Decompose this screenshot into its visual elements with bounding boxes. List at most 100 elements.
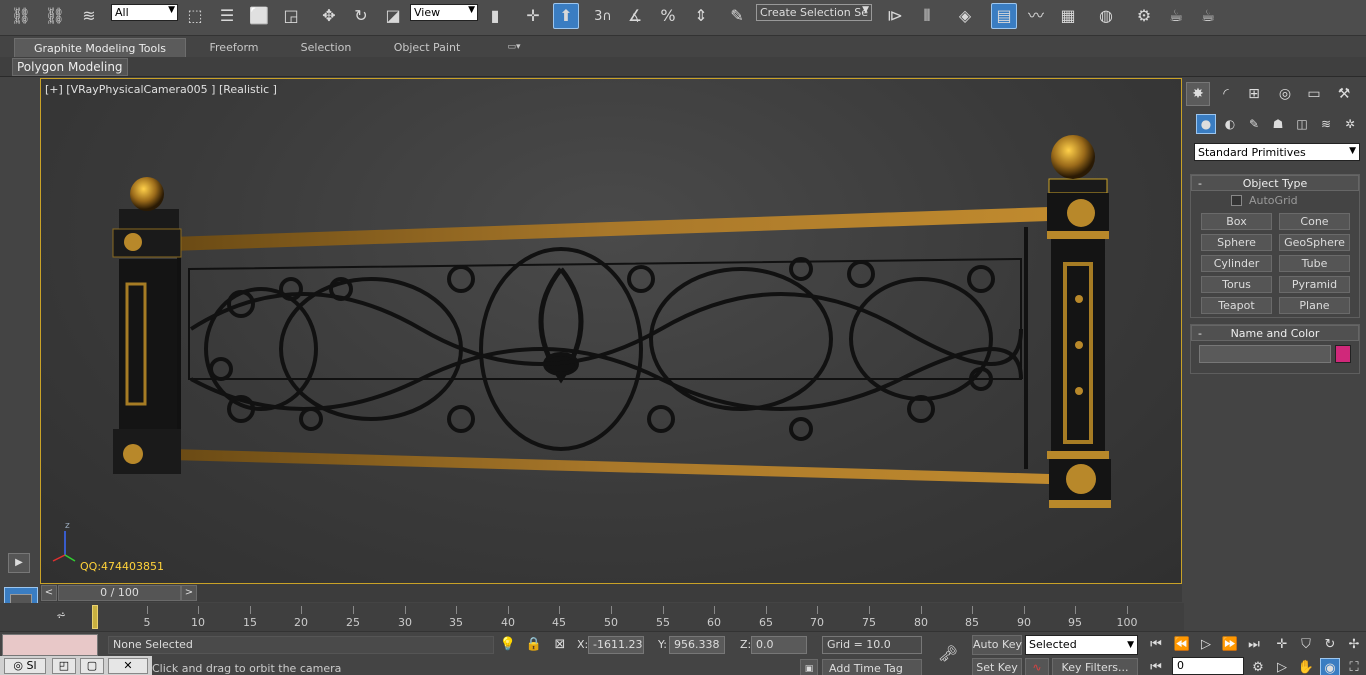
camera-viewport[interactable]: [+] [VRayPhysicalCamera005 ] [Realistic … <box>40 78 1182 584</box>
cameras-icon[interactable]: ☗ <box>1268 114 1288 134</box>
tab-freeform[interactable]: Freeform <box>196 38 272 57</box>
prev-frame-button[interactable]: < <box>41 585 57 601</box>
expand-panel-icon[interactable]: ▶ <box>8 553 30 573</box>
goto-end-icon[interactable]: ⏭ <box>1244 635 1264 655</box>
curve-editor-icon[interactable]: 〰 <box>1023 3 1049 29</box>
snaps-toggle-icon[interactable]: 3∩ <box>590 3 616 29</box>
object-name-input[interactable] <box>1199 345 1331 363</box>
polygon-modeling-button[interactable]: Polygon Modeling <box>12 58 128 76</box>
time-tag-icon[interactable]: ▣ <box>800 659 818 675</box>
isolate-selection-icon[interactable]: 💡 <box>498 635 518 655</box>
shapes-icon[interactable]: ◐ <box>1220 114 1240 134</box>
ribbon-options-icon[interactable]: ▭▾ <box>498 38 530 57</box>
current-frame-spinner[interactable]: 0 <box>1172 657 1244 675</box>
create-tab-icon[interactable]: ✸ <box>1186 82 1210 106</box>
taskbar-close-icon[interactable]: ✕ <box>108 658 148 674</box>
set-key-button[interactable]: Set Key <box>972 658 1022 675</box>
teapot-button[interactable]: Teapot <box>1201 297 1272 314</box>
taskbar-app-item[interactable]: ◎ Sl <box>4 658 46 674</box>
schematic-view-icon[interactable]: ▦ <box>1055 3 1081 29</box>
name-color-header[interactable]: - Name and Color <box>1191 325 1359 341</box>
tab-selection[interactable]: Selection <box>290 38 362 57</box>
prev-key-icon[interactable]: ⏪ <box>1172 635 1192 655</box>
maxscript-listener[interactable] <box>2 634 98 656</box>
tab-object-paint[interactable]: Object Paint <box>380 38 474 57</box>
taskbar-restore-icon[interactable]: ◰ <box>52 658 76 674</box>
sphere-button[interactable]: Sphere <box>1201 234 1272 251</box>
key-mode-dropdown[interactable]: Selected ▼ <box>1025 635 1138 655</box>
trackbar-filter-icon[interactable]: ⩫ <box>50 608 72 626</box>
track-bar[interactable]: ⩫ 5 10 15 20 25 30 35 40 45 50 55 60 65 70 75 80 85 90 95 1… <box>0 603 1184 631</box>
key-mode-toggle-icon[interactable]: ⏮ <box>1146 658 1166 675</box>
move-icon[interactable]: ✥ <box>316 3 342 29</box>
next-key-icon[interactable]: ⏩ <box>1220 635 1240 655</box>
next-frame-button[interactable]: > <box>181 585 197 601</box>
utilities-tab-icon[interactable]: ⚒ <box>1332 82 1356 106</box>
pyramid-button[interactable]: Pyramid <box>1279 276 1350 293</box>
orbit-camera-icon[interactable]: ◉ <box>1320 658 1340 675</box>
min-max-toggle-icon[interactable]: ⛶ <box>1344 658 1364 675</box>
x-coordinate-field[interactable]: -1611.231 <box>588 636 644 654</box>
play-icon[interactable]: ▷ <box>1196 635 1216 655</box>
torus-button[interactable]: Torus <box>1201 276 1272 293</box>
y-coordinate-field[interactable]: 956.338 <box>669 636 725 654</box>
rect-region-icon[interactable]: ⬜ <box>246 3 272 29</box>
lights-icon[interactable]: ✎ <box>1244 114 1264 134</box>
selection-filter-dropdown[interactable]: All ▼ <box>111 4 178 21</box>
systems-icon[interactable]: ✲ <box>1340 114 1360 134</box>
geometry-icon[interactable]: ● <box>1196 114 1216 134</box>
tab-graphite-modeling-tools[interactable]: Graphite Modeling Tools <box>14 38 186 57</box>
set-keys-key-icon[interactable]: 🗝 <box>934 644 962 664</box>
motion-tab-icon[interactable]: ◎ <box>1273 82 1297 106</box>
zoom-icon[interactable]: ✛ <box>1272 635 1292 655</box>
render-icon[interactable]: ☕ <box>1195 3 1221 29</box>
autogrid-checkbox[interactable] <box>1231 195 1242 206</box>
scale-icon[interactable]: ◪ <box>380 3 406 29</box>
plane-button[interactable]: Plane <box>1279 297 1350 314</box>
edit-named-sets-icon[interactable]: ✎ <box>724 3 750 29</box>
taskbar-maximize-icon[interactable]: ▢ <box>80 658 104 674</box>
helpers-icon[interactable]: ◫ <box>1292 114 1312 134</box>
rendered-frame-icon[interactable]: ☕ <box>1163 3 1189 29</box>
geosphere-button[interactable]: GeoSphere <box>1279 234 1350 251</box>
spacewarps-icon[interactable]: ≋ <box>1316 114 1336 134</box>
primitive-category-dropdown[interactable]: Standard Primitives ▼ <box>1194 143 1360 161</box>
absolute-mode-icon[interactable]: ⊠ <box>550 635 570 655</box>
keyboard-shortcut-icon[interactable]: ⬆ <box>553 3 579 29</box>
cone-button[interactable]: Cone <box>1279 213 1350 230</box>
add-time-tag-button[interactable]: Add Time Tag <box>822 659 922 675</box>
selection-lock-icon[interactable]: 🔒 <box>524 635 544 655</box>
tube-button[interactable]: Tube <box>1279 255 1350 272</box>
key-curve-icon[interactable]: ∿ <box>1025 658 1049 675</box>
object-type-header[interactable]: - Object Type <box>1191 175 1359 191</box>
select-object-icon[interactable]: ⬚ <box>182 3 208 29</box>
zoom-all-icon[interactable]: ⛉ <box>1296 635 1316 655</box>
box-button[interactable]: Box <box>1201 213 1272 230</box>
reference-coord-dropdown[interactable]: View ▼ <box>410 4 478 21</box>
link-icon[interactable]: ⛓ <box>8 3 34 29</box>
rotate-icon[interactable]: ↻ <box>348 3 374 29</box>
modify-tab-icon[interactable]: ◜ <box>1214 82 1238 106</box>
time-config-icon[interactable]: ⚙ <box>1248 658 1268 675</box>
auto-key-button[interactable]: Auto Key <box>972 635 1022 655</box>
viewport-label[interactable]: [+] [VRayPhysicalCamera005 ] [Realistic … <box>45 83 277 96</box>
cylinder-button[interactable]: Cylinder <box>1201 255 1272 272</box>
named-selection-set-dropdown[interactable]: Create Selection Se ▼ <box>756 4 872 21</box>
orbit-icon[interactable]: ↻ <box>1320 635 1340 655</box>
time-cursor[interactable] <box>92 605 98 629</box>
hierarchy-tab-icon[interactable]: ⊞ <box>1242 82 1266 106</box>
trackbar-ruler[interactable]: 5 10 15 20 25 30 35 40 45 50 55 60 65 70 75 80 85 90 95 100 <box>95 603 1138 631</box>
z-coordinate-field[interactable]: 0.0 <box>751 636 807 654</box>
angle-snap-icon[interactable]: ∡ <box>622 3 648 29</box>
display-tab-icon[interactable]: ▭ <box>1302 82 1326 106</box>
spinner-snap-icon[interactable]: ⇕ <box>688 3 714 29</box>
material-editor-icon[interactable]: ◍ <box>1093 3 1119 29</box>
pan-icon[interactable]: ✋ <box>1296 658 1316 675</box>
select-manipulate-icon[interactable]: ✛ <box>520 3 546 29</box>
render-setup-icon[interactable]: ⚙ <box>1131 3 1157 29</box>
time-slider-thumb[interactable]: 0 / 100 <box>58 585 181 601</box>
select-by-name-icon[interactable]: ☰ <box>214 3 240 29</box>
align-icon[interactable]: ⫴ <box>914 3 940 29</box>
key-filters-button[interactable]: Key Filters... <box>1052 658 1138 675</box>
object-color-swatch[interactable] <box>1335 345 1351 363</box>
